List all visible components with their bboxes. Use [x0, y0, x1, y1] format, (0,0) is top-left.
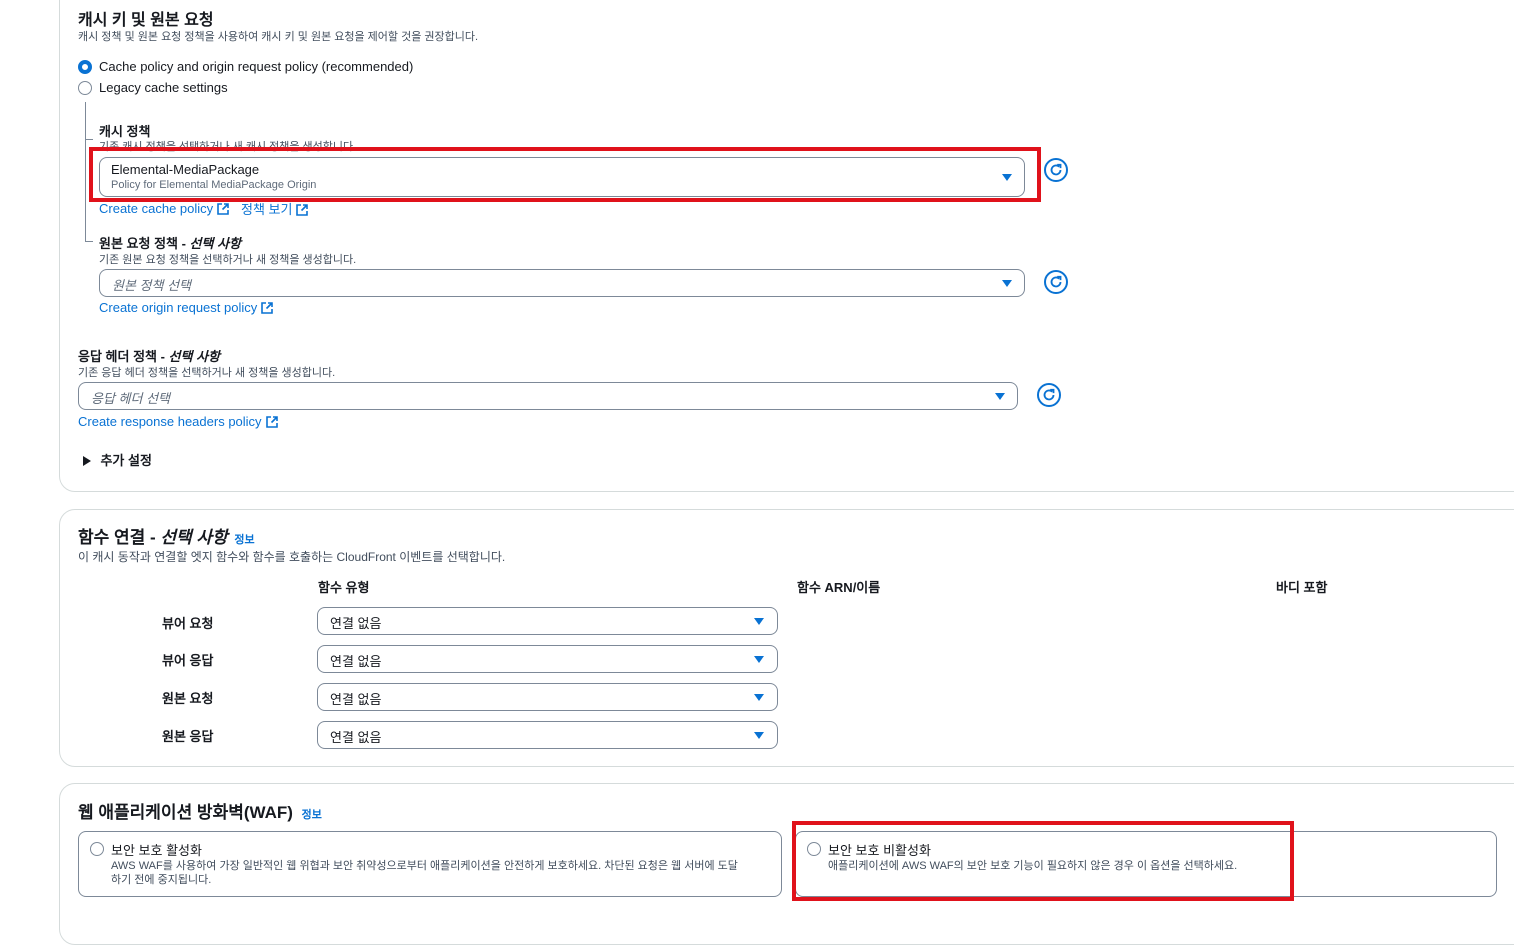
external-link-icon: [265, 416, 278, 428]
create-cache-policy-link[interactable]: Create cache policy: [99, 201, 229, 216]
cache-section-title: 캐시 키 및 원본 요청: [78, 12, 214, 29]
chevron-down-icon: [754, 656, 764, 663]
column-header-function-type: 함수 유형: [318, 580, 370, 595]
additional-settings-label: 추가 설정: [100, 453, 152, 468]
response-headers-policy-description: 기존 응답 헤더 정책을 선택하거나 새 정책을 생성합니다.: [78, 367, 336, 379]
function-type-select-value: 연결 없음: [330, 616, 382, 631]
function-section-title: 함수 연결 - 선택 사항 정보: [78, 523, 255, 548]
function-type-select[interactable]: 연결 없음: [317, 683, 778, 711]
waf-section-title: 웹 애플리케이션 방화벽(WAF) 정보: [78, 798, 322, 823]
view-policy-link-text: 정책 보기: [241, 202, 293, 217]
refresh-icon[interactable]: [1037, 383, 1061, 407]
caret-right-icon: [83, 456, 91, 466]
radio-legacy-cache-settings[interactable]: [78, 81, 92, 95]
function-type-select-value: 연결 없음: [330, 730, 382, 745]
function-section-description: 이 캐시 동작과 연결할 엣지 함수와 함수를 호출하는 CloudFront …: [78, 550, 506, 564]
chevron-down-icon: [1002, 280, 1012, 287]
chevron-down-icon: [754, 732, 764, 739]
function-section-title-text: 함수 연결 -: [78, 528, 161, 547]
radio-legacy-cache-settings-label[interactable]: Legacy cache settings: [99, 80, 228, 95]
chevron-down-icon: [754, 618, 764, 625]
radio-waf-enable[interactable]: [90, 842, 104, 856]
additional-settings-expander[interactable]: 추가 설정: [82, 450, 152, 470]
view-policy-link[interactable]: 정책 보기: [241, 199, 309, 218]
function-type-select-value: 연결 없음: [330, 692, 382, 707]
function-row-event-label: 원본 요청: [162, 691, 214, 706]
origin-request-policy-label: 원본 요청 정책 - 선택 사항: [99, 233, 241, 252]
highlight-box-waf-disable: [792, 821, 1294, 901]
chevron-down-icon: [754, 694, 764, 701]
function-section-info-link[interactable]: 정보: [234, 534, 254, 546]
create-origin-request-policy-link-text: Create origin request policy: [99, 300, 258, 315]
external-link-icon: [261, 302, 274, 314]
function-section-title-optional: 선택 사항: [160, 528, 228, 547]
tree-line-vertical: [85, 102, 86, 242]
waf-section-info-link[interactable]: 정보: [302, 809, 322, 821]
chevron-down-icon: [995, 393, 1005, 400]
function-type-select[interactable]: 연결 없음: [317, 645, 778, 673]
function-type-select-value: 연결 없음: [330, 654, 382, 669]
response-headers-policy-select[interactable]: 응답 헤더 선택: [78, 382, 1018, 410]
function-row-event-label: 뷰어 요청: [162, 616, 214, 631]
external-link-icon: [217, 203, 229, 215]
refresh-icon[interactable]: [1044, 270, 1068, 294]
create-origin-request-policy-link[interactable]: Create origin request policy: [99, 300, 274, 315]
radio-cache-policy-recommended-label[interactable]: Cache policy and origin request policy (…: [99, 59, 413, 74]
column-header-include-body: 바디 포함: [1276, 580, 1328, 595]
create-response-headers-policy-link-text: Create response headers policy: [78, 414, 262, 429]
origin-request-policy-placeholder: 원본 정책 선택: [112, 278, 191, 293]
create-response-headers-policy-link[interactable]: Create response headers policy: [78, 414, 278, 429]
highlight-box-cache-policy: [89, 147, 1041, 202]
tree-line-branch-1: [85, 139, 93, 140]
cache-section-description: 캐시 정책 및 원본 요청 정책을 사용하여 캐시 키 및 원본 요청을 제어할…: [78, 31, 479, 43]
waf-section-title-text: 웹 애플리케이션 방화벽(WAF): [78, 803, 293, 822]
radio-cache-policy-recommended[interactable]: [78, 60, 92, 74]
origin-request-policy-label-text: 원본 요청 정책 -: [99, 236, 190, 251]
response-headers-policy-optional: 선택 사항: [168, 349, 220, 364]
response-headers-policy-label-text: 응답 헤더 정책 -: [78, 349, 169, 364]
column-header-function-arn: 함수 ARN/이름: [797, 580, 881, 595]
refresh-icon[interactable]: [1044, 158, 1068, 182]
function-row-event-label: 원본 응답: [162, 729, 214, 744]
waf-option-enable-card[interactable]: 보안 보호 활성화 AWS WAF를 사용하여 가장 일반적인 웹 위협과 보안…: [78, 831, 782, 897]
origin-request-policy-select[interactable]: 원본 정책 선택: [99, 269, 1025, 297]
create-cache-policy-link-text: Create cache policy: [99, 201, 214, 216]
function-type-select[interactable]: 연결 없음: [317, 607, 778, 635]
response-headers-policy-placeholder: 응답 헤더 선택: [91, 391, 170, 406]
function-type-select[interactable]: 연결 없음: [317, 721, 778, 749]
origin-request-policy-description: 기존 원본 요청 정책을 선택하거나 새 정책을 생성합니다.: [99, 254, 357, 266]
external-link-icon: [296, 204, 309, 216]
origin-request-policy-optional: 선택 사항: [189, 236, 241, 251]
waf-enable-description-line2: 하기 전에 중지됩니다.: [111, 874, 212, 886]
response-headers-policy-label: 응답 헤더 정책 - 선택 사항: [78, 346, 220, 365]
function-row-event-label: 뷰어 응답: [162, 653, 214, 668]
tree-line-branch-2: [85, 241, 93, 242]
